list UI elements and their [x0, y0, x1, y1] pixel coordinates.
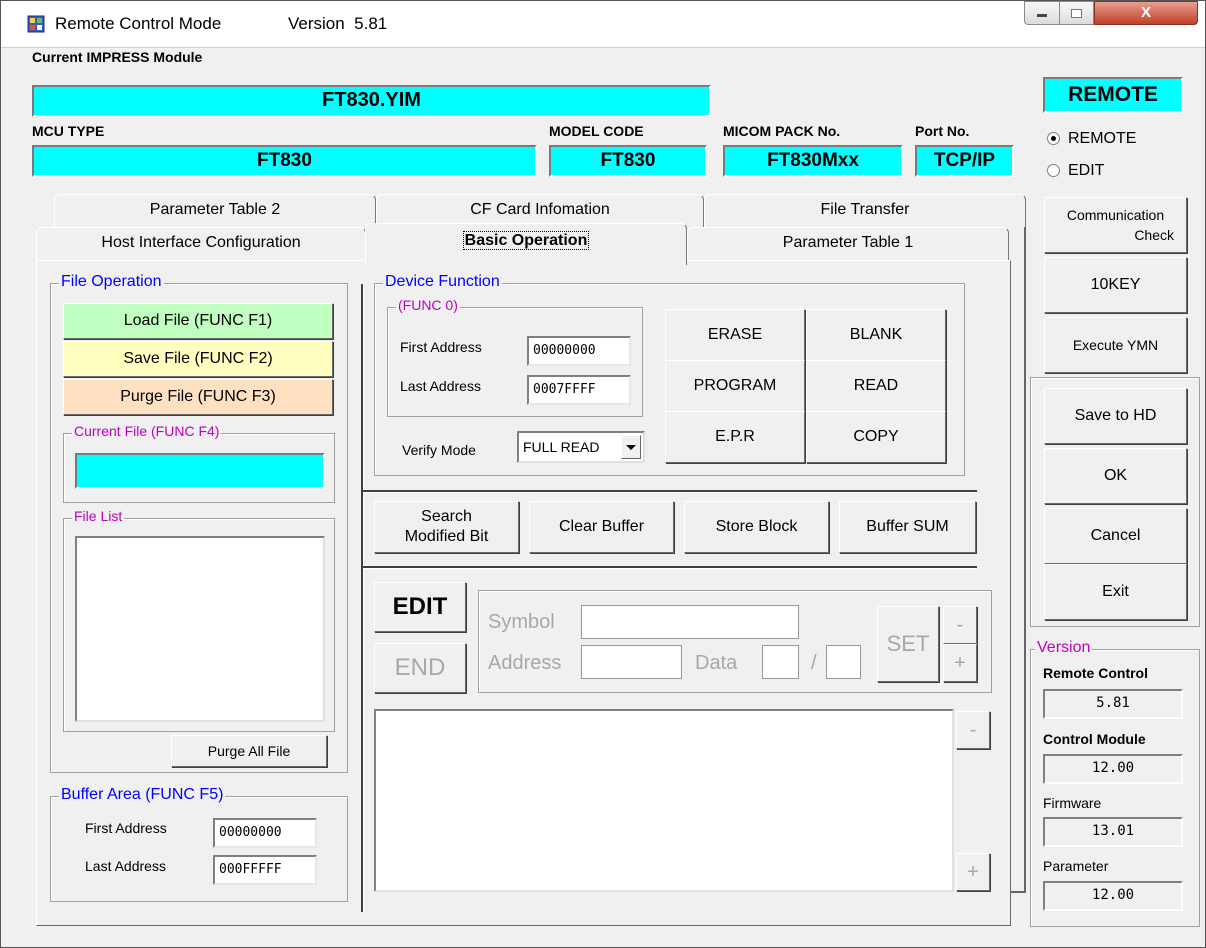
chevron-down-icon	[621, 435, 641, 459]
save-file-button[interactable]: Save File (FUNC F2)	[63, 341, 333, 377]
program-button[interactable]: PROGRAM	[665, 360, 805, 412]
scroll-minus-button[interactable]: -	[956, 711, 990, 749]
func0-label: (FUNC 0)	[396, 297, 460, 313]
firmware-label: Firmware	[1043, 795, 1102, 811]
communication-check-button[interactable]: Communication Check	[1044, 197, 1187, 253]
vertical-divider	[361, 284, 363, 912]
buffer-area-title: Buffer Area (FUNC F5)	[59, 786, 226, 804]
buffer-first-address-field[interactable]: 00000000	[213, 818, 317, 848]
file-list-label: File List	[72, 508, 125, 524]
control-module-version: 12.00	[1043, 754, 1183, 784]
blank-button[interactable]: BLANK	[806, 309, 946, 361]
data-field-1[interactable]	[762, 645, 799, 679]
verify-mode-select[interactable]: FULL READ	[517, 431, 645, 463]
data-separator: /	[811, 652, 817, 674]
edit-button[interactable]: EDIT	[374, 582, 466, 632]
cancel-button[interactable]: Cancel	[1044, 508, 1187, 564]
copy-button[interactable]: COPY	[806, 411, 946, 463]
edit-plus-button[interactable]: +	[943, 644, 977, 682]
tenkey-button[interactable]: 10KEY	[1044, 257, 1187, 313]
exit-button[interactable]: Exit	[1044, 564, 1187, 620]
search-line-1: Search	[421, 508, 472, 525]
address-field[interactable]	[581, 645, 682, 679]
comm-check-line-1: Communication	[1066, 207, 1165, 223]
remote-control-label: Remote Control	[1043, 665, 1148, 681]
read-button[interactable]: READ	[806, 360, 946, 412]
version-title: Version	[1035, 639, 1093, 657]
device-last-address-label: Last Address	[400, 378, 481, 394]
buffer-area-group: Buffer Area (FUNC F5)	[50, 786, 348, 902]
buffer-sum-button[interactable]: Buffer SUM	[839, 501, 976, 553]
buffer-first-address-label: First Address	[85, 820, 167, 836]
horizontal-divider-bottom	[363, 566, 977, 568]
buffer-last-address-label: Last Address	[85, 858, 166, 874]
file-list[interactable]	[75, 536, 325, 722]
device-first-address-label: First Address	[400, 339, 482, 355]
buffer-text-area[interactable]	[374, 709, 954, 892]
epr-button[interactable]: E.P.R	[665, 411, 805, 463]
device-function-title: Device Function	[383, 273, 502, 291]
purge-all-file-button[interactable]: Purge All File	[171, 735, 327, 767]
verify-mode-label: Verify Mode	[402, 442, 476, 458]
data-label: Data	[695, 652, 738, 674]
current-file-label: Current File (FUNC F4)	[72, 423, 222, 439]
firmware-version: 13.01	[1043, 817, 1183, 847]
address-label: Address	[488, 652, 562, 674]
parameter-label: Parameter	[1043, 858, 1109, 874]
execute-ymn-button[interactable]: Execute YMN	[1044, 317, 1187, 373]
device-last-address-field[interactable]: 0007FFFF	[527, 375, 631, 405]
end-button[interactable]: END	[374, 643, 466, 693]
edit-minus-button[interactable]: -	[943, 606, 977, 644]
clear-buffer-button[interactable]: Clear Buffer	[529, 501, 674, 553]
purge-file-button[interactable]: Purge File (FUNC F3)	[63, 379, 333, 415]
current-file-value	[75, 453, 325, 489]
verify-mode-value: FULL READ	[523, 439, 600, 455]
comm-check-line-2: Check	[1134, 227, 1174, 243]
main-window: Remote Control Mode Version 5.81 X Curre…	[0, 0, 1206, 948]
scroll-plus-button[interactable]: +	[956, 853, 990, 891]
save-to-hd-button[interactable]: Save to HD	[1044, 388, 1187, 444]
remote-control-version: 5.81	[1043, 689, 1183, 719]
search-line-2: Modified Bit	[404, 528, 489, 545]
horizontal-divider-top	[363, 490, 977, 492]
control-module-label: Control Module	[1043, 731, 1146, 747]
load-file-button[interactable]: Load File (FUNC F1)	[63, 303, 333, 339]
symbol-label: Symbol	[488, 611, 555, 633]
parameter-version: 12.00	[1043, 881, 1183, 911]
erase-button[interactable]: ERASE	[665, 309, 805, 361]
buffer-last-address-field[interactable]: 000FFFFF	[213, 855, 317, 885]
file-operation-title: File Operation	[59, 273, 164, 291]
search-modified-bit-button[interactable]: Search Modified Bit	[374, 501, 519, 553]
set-button[interactable]: SET	[877, 606, 939, 682]
panel-content: File Operation Load File (FUNC F1) Save …	[1, 1, 1205, 947]
data-field-2[interactable]	[826, 645, 861, 679]
device-first-address-field[interactable]: 00000000	[527, 336, 631, 366]
symbol-field[interactable]	[581, 605, 799, 639]
ok-button[interactable]: OK	[1044, 448, 1187, 504]
store-block-button[interactable]: Store Block	[684, 501, 829, 553]
